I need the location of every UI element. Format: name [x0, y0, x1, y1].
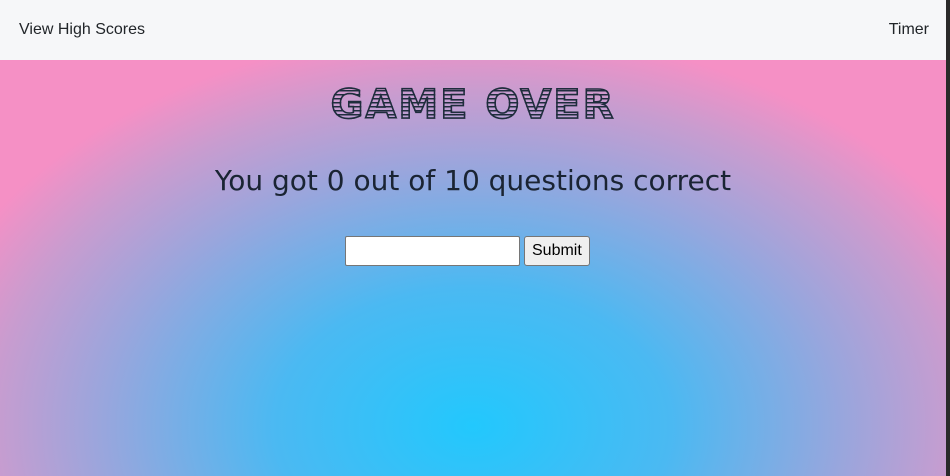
window-edge — [946, 0, 950, 476]
app-page: View High Scores Timer GAME OVER You got… — [0, 0, 946, 476]
navbar: View High Scores Timer — [0, 0, 946, 60]
game-over-heading-wrapper: GAME OVER — [0, 81, 946, 129]
timer-display: Timer — [888, 21, 929, 38]
initials-input[interactable] — [345, 236, 520, 266]
game-over-heading: GAME OVER — [330, 81, 616, 129]
score-result-text: You got 0 out of 10 questions correct — [214, 164, 732, 197]
score-submit-form: Submit — [345, 236, 590, 266]
game-over-panel: GAME OVER You got 0 out of 10 questions … — [0, 60, 946, 476]
submit-button[interactable]: Submit — [524, 236, 590, 266]
view-high-scores-link[interactable]: View High Scores — [19, 21, 145, 39]
